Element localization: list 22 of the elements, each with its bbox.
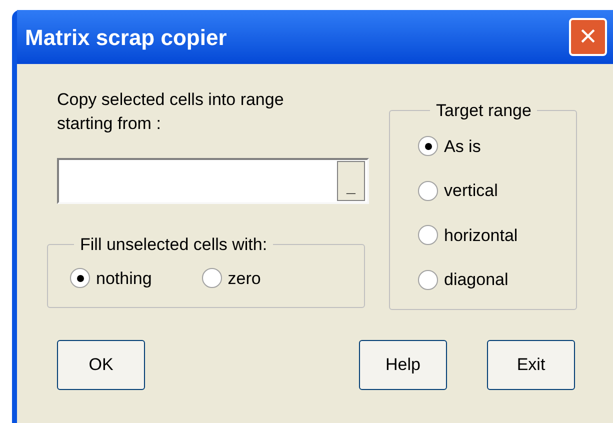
radio-option[interactable]: nothing: [70, 266, 152, 291]
radio-button[interactable]: [418, 180, 438, 201]
fill-group-title: Fill unselected cells with:: [79, 234, 268, 256]
range-prompt: Copy selected cells into range starting from :: [57, 89, 285, 135]
radio-button[interactable]: [418, 225, 438, 246]
close-button[interactable]: ×: [569, 18, 607, 56]
radio-button[interactable]: [418, 136, 438, 156]
collapse-button[interactable]: _: [337, 161, 365, 201]
radio-option[interactable]: zero: [202, 266, 261, 291]
dialog-button[interactable]: Exit: [487, 340, 575, 390]
radio-button[interactable]: [70, 268, 90, 288]
dialog-button[interactable]: OK: [57, 340, 145, 390]
radio-option[interactable]: vertical: [418, 178, 548, 204]
radio-button[interactable]: [202, 268, 222, 288]
dialog-button[interactable]: Help: [359, 340, 447, 390]
radio-option[interactable]: diagonal: [418, 267, 548, 292]
window-title: Matrix scrap copier: [25, 24, 227, 52]
target-group-title: Target range: [435, 100, 532, 122]
radio-option[interactable]: horizontal: [418, 222, 548, 248]
radio-button[interactable]: [418, 270, 438, 290]
radio-option[interactable]: As is: [418, 134, 548, 159]
range-field[interactable]: _: [57, 158, 369, 204]
